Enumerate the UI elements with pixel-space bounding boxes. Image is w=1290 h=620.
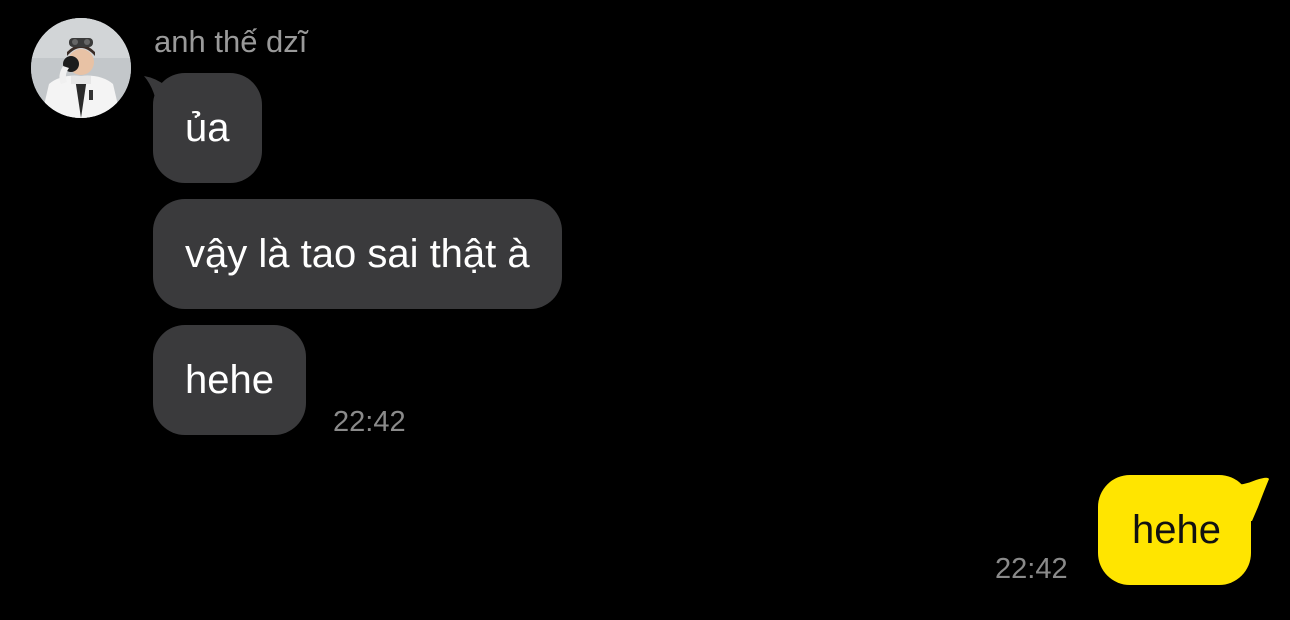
outgoing-message-bubble[interactable]: hehe (1098, 475, 1251, 585)
outgoing-timestamp: 22:42 (995, 553, 1068, 585)
incoming-message-bubble[interactable]: vậy là tao sai thật à (153, 199, 562, 309)
incoming-message-bubble[interactable]: hehe (153, 325, 306, 435)
profile-photo-icon (31, 18, 131, 118)
incoming-timestamp: 22:42 (333, 406, 406, 438)
incoming-message-bubble[interactable]: ủa (153, 73, 262, 183)
sender-name: anh thế dzĩ (154, 24, 308, 59)
sender-avatar[interactable] (31, 18, 131, 118)
